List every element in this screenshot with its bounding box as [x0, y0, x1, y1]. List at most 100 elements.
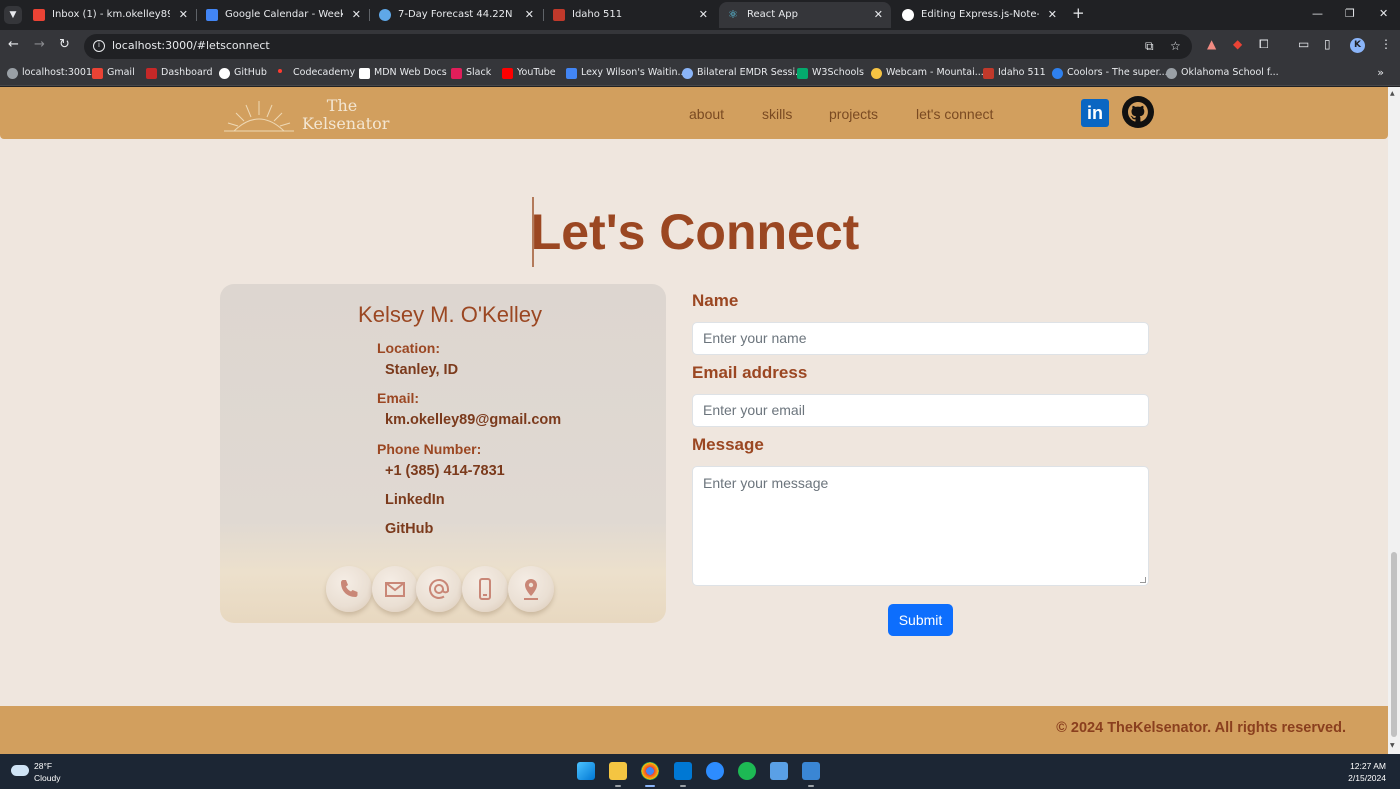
message-textarea[interactable]: Enter your message: [692, 466, 1149, 586]
close-icon[interactable]: ✕: [874, 2, 883, 28]
nav-link-lets-connect[interactable]: let's connect: [916, 106, 993, 122]
windows-taskbar: 28°F Cloudy 12:27 AM 2/15/2024: [0, 754, 1400, 789]
vscode-icon[interactable]: [674, 762, 692, 780]
nav-link-skills[interactable]: skills: [762, 106, 792, 122]
bookmark-label: Gmail: [107, 67, 135, 78]
bookmark-item[interactable]: MDN Web Docs: [359, 67, 447, 79]
close-icon[interactable]: ✕: [179, 2, 188, 28]
new-tab-button[interactable]: +: [1072, 4, 1085, 22]
location-pin-icon: [524, 579, 538, 600]
url-text[interactable]: localhost:3000/#letsconnect: [112, 39, 270, 52]
resize-handle[interactable]: [1140, 577, 1146, 583]
bookmark-label: GitHub: [234, 67, 267, 78]
bookmarks-overflow-icon[interactable]: »: [1377, 66, 1384, 79]
calendar-icon: [206, 9, 218, 21]
cloud-icon[interactable]: [11, 765, 29, 776]
tab-forecast[interactable]: 7-Day Forecast 44.22N 114.92W ✕: [370, 2, 542, 28]
install-app-icon[interactable]: ⧉: [1145, 39, 1154, 54]
bookmark-item[interactable]: Dashboard: [146, 67, 213, 79]
email-input[interactable]: Enter your email: [692, 394, 1149, 427]
chrome-icon[interactable]: [641, 762, 659, 780]
scroll-down-arrow-icon[interactable]: ▼: [1390, 742, 1395, 749]
tab-gmail[interactable]: Inbox (1) - km.okelley89@gmail ✕: [24, 2, 196, 28]
bookmark-item[interactable]: Coolors - The super...: [1052, 67, 1168, 79]
tab-react-app[interactable]: ⚛ React App ✕: [719, 2, 891, 28]
logo-line-1: The: [326, 96, 358, 115]
email-value[interactable]: km.okelley89@gmail.com: [385, 412, 561, 428]
bookmark-label: Oklahoma School f...: [1181, 67, 1279, 78]
running-indicator: [680, 785, 686, 787]
page-viewport: The Kelsenator about skills projects let…: [0, 87, 1400, 754]
bookmark-item[interactable]: Codecademy: [278, 67, 355, 78]
bookmark-label: Webcam - Mountai...: [886, 67, 984, 78]
bookmark-item[interactable]: Idaho 511: [983, 67, 1046, 79]
page-scrollbar[interactable]: ▲ ▼: [1388, 87, 1400, 754]
bookmark-item[interactable]: Bilateral EMDR Sessi...: [682, 67, 804, 79]
bookmark-item[interactable]: Gmail: [92, 67, 135, 79]
system-clock[interactable]: 12:27 AM 2/15/2024: [1348, 760, 1386, 784]
profile-avatar[interactable]: K: [1350, 38, 1365, 53]
bookmark-item[interactable]: Oklahoma School f...: [1166, 67, 1279, 79]
bookmark-item[interactable]: Slack: [451, 67, 491, 79]
zoom-icon[interactable]: [706, 762, 724, 780]
close-icon[interactable]: ✕: [352, 2, 361, 28]
close-window-button[interactable]: ✕: [1379, 7, 1388, 20]
address-bar[interactable]: i localhost:3000/#letsconnect ⧉ ☆: [84, 34, 1192, 59]
tab-github-editing[interactable]: Editing Express.js-Note-Taker-1 ✕: [893, 2, 1065, 28]
name-label: Name: [692, 291, 739, 310]
site-info-icon[interactable]: i: [93, 40, 105, 52]
close-icon[interactable]: ✕: [699, 2, 708, 28]
bookmark-item[interactable]: localhost:3001: [7, 67, 92, 79]
bookmark-item[interactable]: YouTube: [502, 67, 556, 79]
nav-link-about[interactable]: about: [689, 106, 724, 122]
spotify-icon[interactable]: [738, 762, 756, 780]
windows-start-icon[interactable]: [577, 762, 595, 780]
bookmark-label: MDN Web Docs: [374, 67, 447, 78]
reload-button[interactable]: ↻: [59, 37, 70, 52]
nav-link-projects[interactable]: projects: [829, 106, 878, 122]
weather-temperature[interactable]: 28°F: [34, 761, 52, 771]
weather-condition[interactable]: Cloudy: [34, 773, 60, 783]
bookmark-star-icon[interactable]: ☆: [1170, 39, 1181, 53]
github-link[interactable]: GitHub: [385, 521, 433, 537]
message-placeholder: Enter your message: [703, 475, 829, 491]
notepad-icon[interactable]: [770, 762, 788, 780]
bookmark-item[interactable]: GitHub: [219, 67, 267, 79]
menu-kebab-icon[interactable]: ⋮: [1380, 37, 1392, 51]
submit-button[interactable]: Submit: [888, 604, 953, 636]
tab-calendar[interactable]: Google Calendar - Week of Feb ✕: [197, 2, 369, 28]
file-explorer-icon[interactable]: [609, 762, 627, 780]
photos-icon[interactable]: [802, 762, 820, 780]
linkedin-link[interactable]: LinkedIn: [385, 492, 445, 508]
gmail-icon: [92, 68, 103, 79]
site-logo[interactable]: The Kelsenator: [222, 93, 402, 137]
bookmark-label: Lexy Wilson's Waitin...: [581, 67, 687, 78]
extension-icon[interactable]: ▲: [1207, 37, 1216, 51]
scrollbar-thumb[interactable]: [1391, 552, 1397, 737]
close-icon[interactable]: ✕: [525, 2, 534, 28]
bookmark-item[interactable]: Webcam - Mountai...: [871, 67, 984, 79]
github-icon[interactable]: [1122, 96, 1154, 128]
cast-icon[interactable]: ▭: [1298, 37, 1309, 51]
minimize-button[interactable]: —: [1312, 7, 1323, 20]
extension-badge-icon[interactable]: ◆: [1233, 37, 1242, 51]
mail-bead: [372, 566, 418, 612]
bookmark-item[interactable]: Lexy Wilson's Waitin...: [566, 67, 687, 79]
name-input[interactable]: Enter your name: [692, 322, 1149, 355]
doc-icon: [566, 68, 577, 79]
react-icon: ⚛: [728, 8, 738, 21]
github-icon: [219, 68, 230, 79]
running-indicator: [808, 785, 814, 787]
extensions-puzzle-icon[interactable]: ⧠: [1259, 37, 1269, 52]
linkedin-icon[interactable]: in: [1081, 99, 1109, 127]
tab-idaho511[interactable]: Idaho 511 ✕: [544, 2, 716, 28]
back-button[interactable]: ←: [8, 37, 19, 52]
side-panel-icon[interactable]: ▯: [1324, 37, 1331, 51]
bookmark-item[interactable]: W3Schools: [797, 67, 864, 79]
close-icon[interactable]: ✕: [1048, 2, 1057, 28]
tab-search-button[interactable]: ▼: [4, 6, 22, 24]
scroll-up-arrow-icon[interactable]: ▲: [1390, 90, 1395, 97]
phone-value[interactable]: +1 (385) 414-7831: [385, 463, 505, 479]
restore-button[interactable]: ❐: [1345, 7, 1355, 20]
forward-button[interactable]: →: [34, 37, 45, 52]
